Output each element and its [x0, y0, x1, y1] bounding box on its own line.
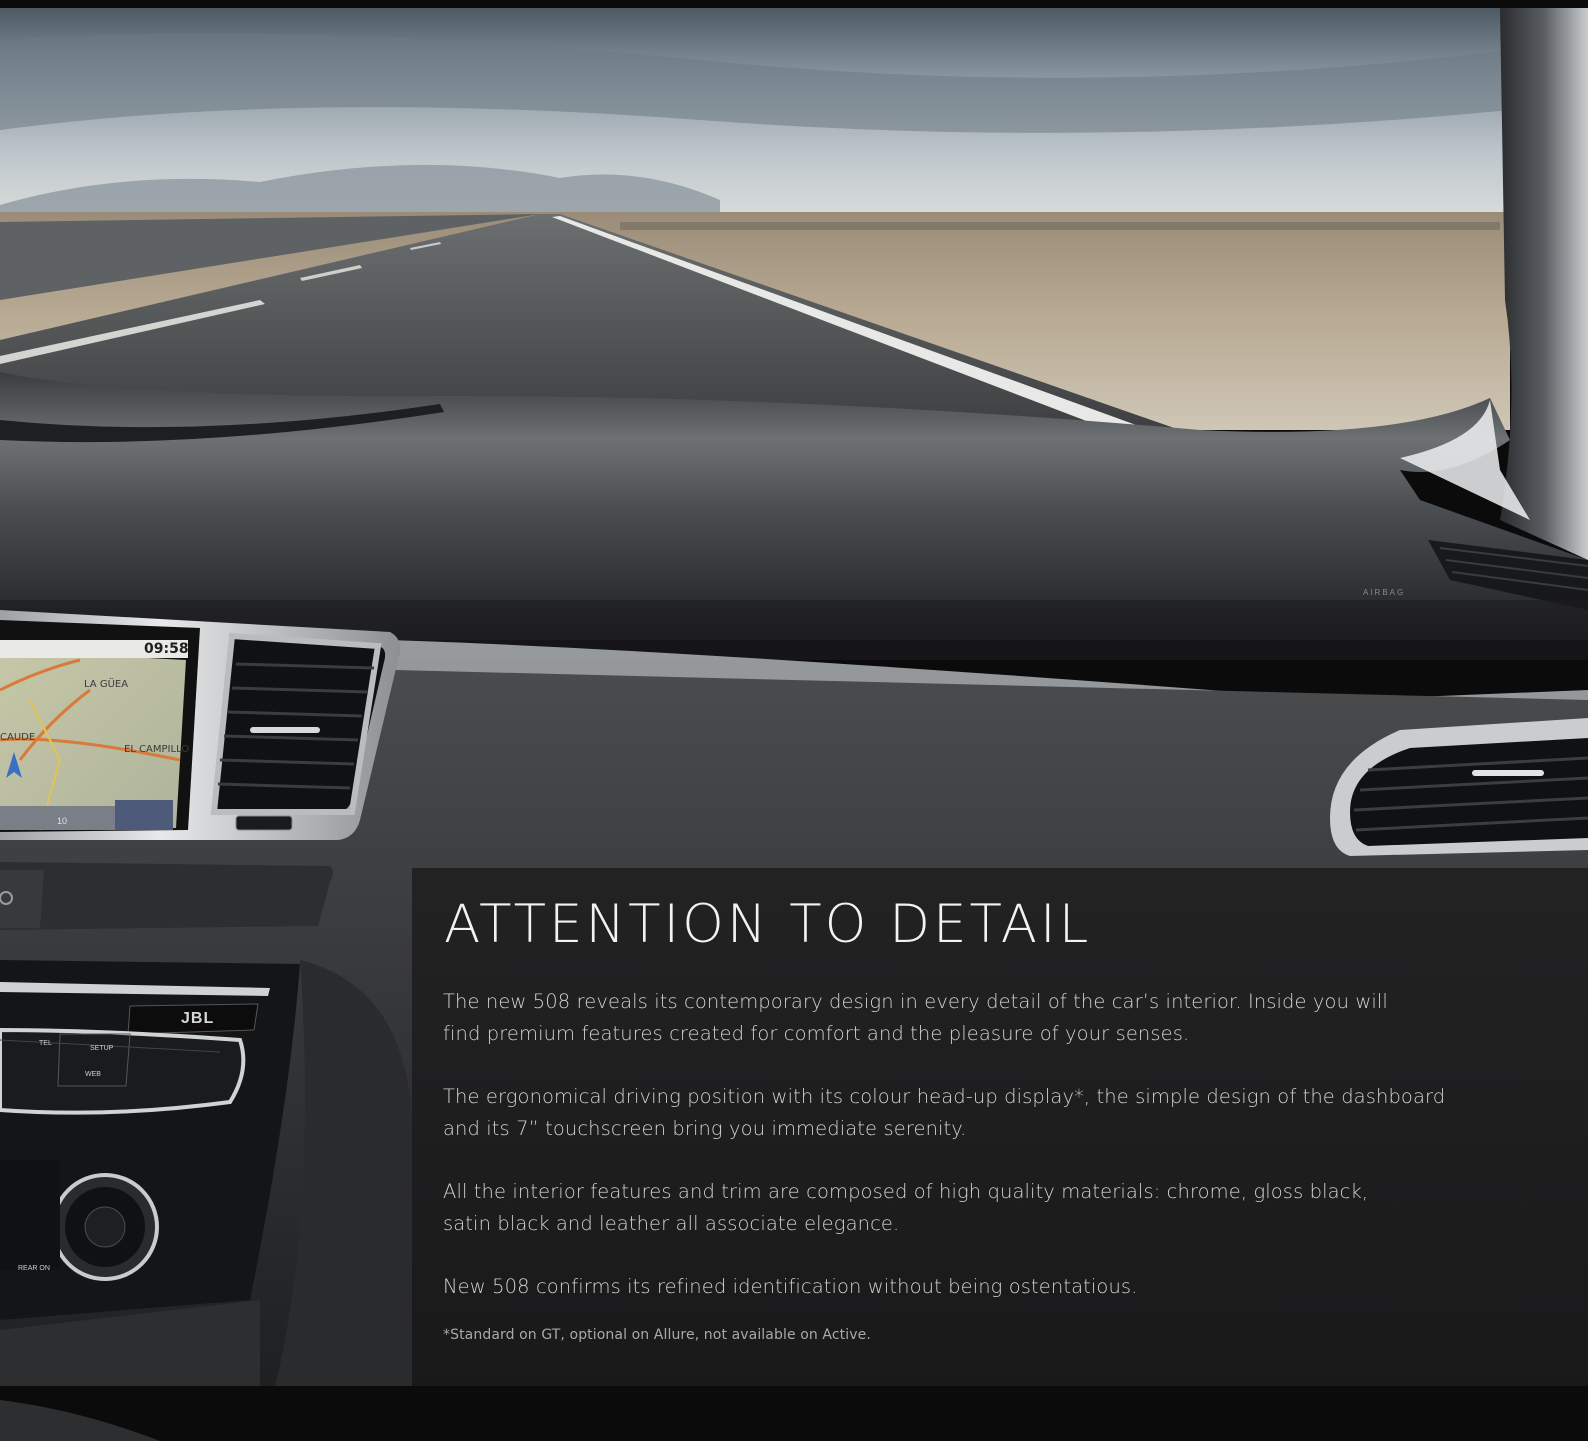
map-place-label: EL CAMPILLO — [124, 744, 190, 755]
airbag-label: AIRBAG — [1363, 588, 1406, 597]
panel-title: ATTENTION TO DETAIL — [444, 894, 1092, 955]
jbl-logo: JBL — [181, 1010, 215, 1027]
map-scale-label: 10 — [57, 816, 68, 826]
nav-clock-text: 09:58 — [144, 641, 189, 657]
console-button-label: SETUP — [90, 1045, 114, 1052]
console-button-label: WEB — [85, 1071, 101, 1078]
map-place-label: LA GÜEA — [84, 679, 129, 690]
body-paragraph: New 508 confirms its refined identificat… — [443, 1275, 1138, 1298]
console-button-label: TEL — [39, 1040, 52, 1047]
feature-text-panel: ATTENTION TO DETAIL The new 508 reveals … — [412, 868, 1588, 1386]
body-paragraph: All the interior features and trim are c… — [443, 1180, 1369, 1235]
body-paragraph: The new 508 reveals its contemporary des… — [443, 990, 1388, 1045]
map-place-label: CAUDE — [0, 732, 36, 743]
footnote: *Standard on GT, optional on Allure, not… — [443, 1326, 871, 1343]
brochure-page: 09:58 LA GÜEA CAUDE EL CAMPILLO 10 TEL S… — [0, 0, 1588, 1441]
console-button-label: REAR ON — [18, 1265, 50, 1272]
panel-body: The new 508 reveals its contemporary des… — [443, 986, 1483, 1343]
body-paragraph: The ergonomical driving position with it… — [443, 1085, 1446, 1140]
